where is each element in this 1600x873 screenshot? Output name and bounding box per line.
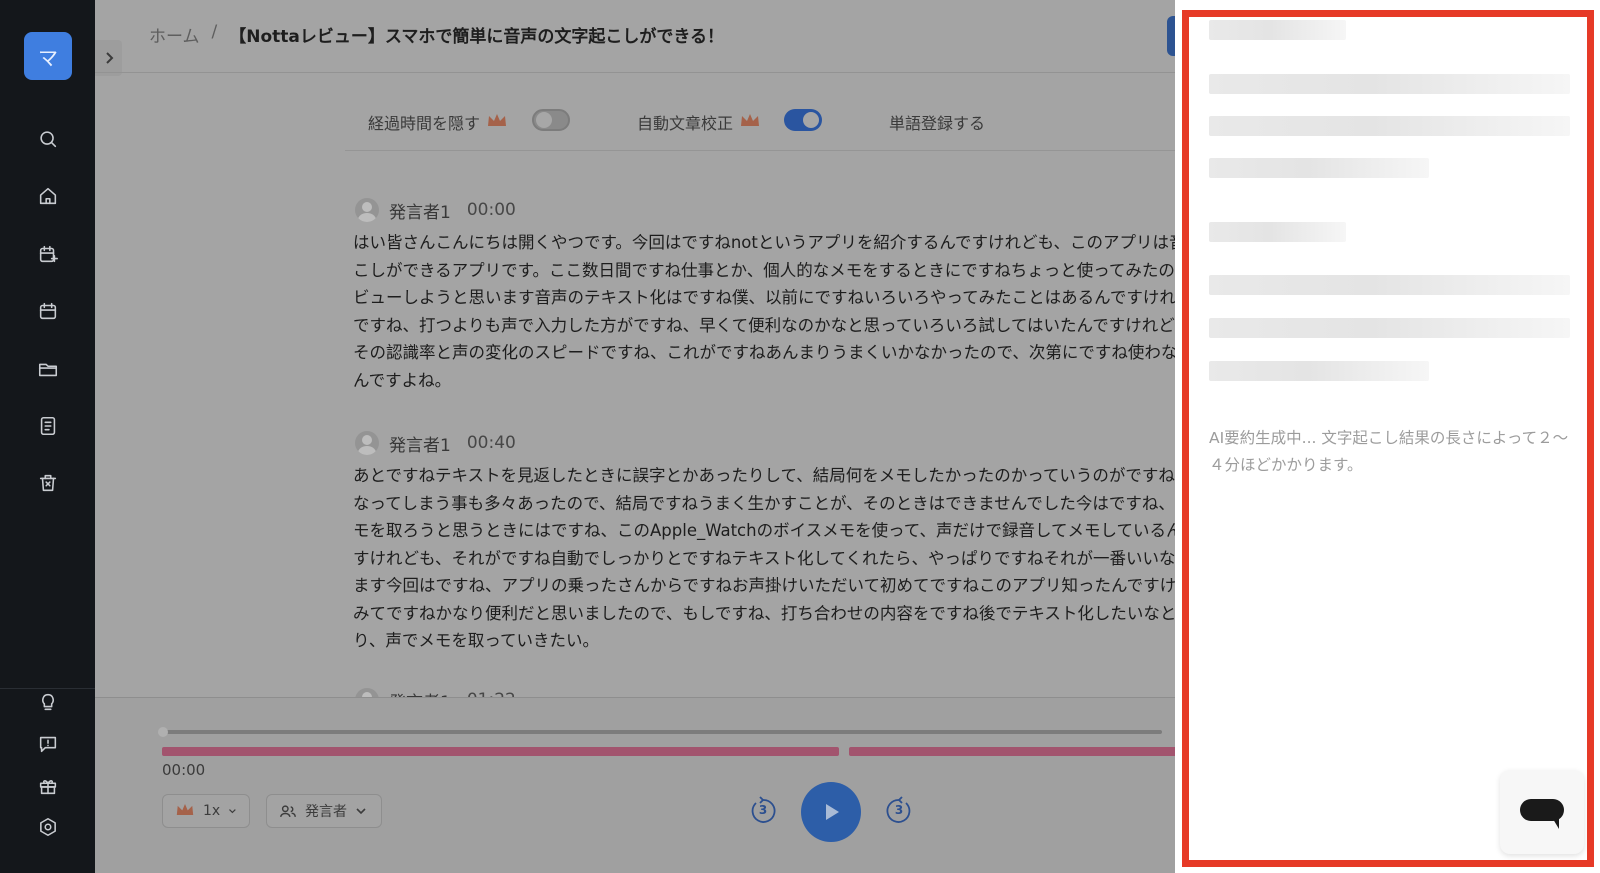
- memo-icon[interactable]: [33, 411, 63, 441]
- lightbulb-icon[interactable]: [33, 687, 63, 717]
- play-icon: [826, 804, 839, 820]
- transcript-line: んですよね。: [353, 370, 452, 390]
- auto-correct-switch[interactable]: [784, 109, 822, 131]
- transcript-line: ます今回はですね、アプリの乗ったさんからですねお声掛けいただいて初めてですねこの…: [353, 576, 1175, 595]
- expand-sidebar-button[interactable]: [95, 40, 122, 76]
- speaker-timeline[interactable]: [162, 747, 839, 756]
- transcript-line: みてですねかなり便利だと思いましたので、もしですね、打ち合わせの内容をですね後で…: [353, 603, 1175, 623]
- trash-icon[interactable]: [33, 468, 63, 498]
- transcript-line: ビューしようと思います音声のテキスト化はですね僕、以前にですねいろいろやってみた…: [353, 288, 1175, 307]
- app-logo[interactable]: マ: [24, 32, 72, 80]
- hide-time-switch[interactable]: [532, 109, 570, 131]
- seek-bar[interactable]: [158, 727, 1162, 737]
- speaker-name[interactable]: 発言者1: [389, 431, 451, 456]
- breadcrumb-home[interactable]: ホーム: [149, 22, 200, 47]
- transcript-line: モを取ろうと思うときにはですね、このApple_Watchのボイスメモを使って、…: [353, 521, 1175, 540]
- header-action-button[interactable]: [1167, 16, 1175, 56]
- transcript-line: ですね、打つよりも声で入力した方がですね、早くて便利なのかなと思っていろいろ試し…: [353, 315, 1175, 335]
- speed-value: 1x: [203, 803, 221, 819]
- transcript-main: ホーム / 【Nottaレビュー】スマホで簡単に音声の文字起こしができる！ 経過…: [95, 0, 1175, 873]
- feedback-icon[interactable]: [33, 729, 63, 759]
- breadcrumb-separator: /: [211, 22, 218, 42]
- page-title: 【Nottaレビュー】スマホで簡単に音声の文字起こしができる！: [229, 27, 725, 47]
- transcript-line: こしができるアプリです。ここ数日間ですね仕事とか、個人的なメモをするときにですね…: [353, 260, 1175, 280]
- rewind-button[interactable]: 3: [748, 796, 778, 826]
- speaker-header: 発言者1 00:00: [355, 196, 516, 224]
- forward-button[interactable]: 3: [884, 796, 914, 826]
- sidebar: マ: [0, 0, 95, 873]
- gift-icon[interactable]: [33, 771, 63, 801]
- speaker-name[interactable]: 発言者1: [389, 198, 451, 223]
- avatar: [355, 431, 379, 455]
- register-words-group: 単語登録する: [889, 108, 985, 136]
- speaker-header: 発言者1 00:40: [355, 429, 516, 457]
- home-icon[interactable]: [33, 181, 63, 211]
- auto-correct-toggle-group: 自動文章校正: [637, 108, 761, 136]
- segment-time[interactable]: 00:00: [467, 200, 516, 220]
- transcript-line: すけれども、それがですね自動でしっかりとですねテキスト化してくれたら、やっぱりで…: [353, 548, 1175, 568]
- chevron-down-icon: [356, 808, 366, 815]
- breadcrumb: ホーム / 【Nottaレビュー】スマホで簡単に音声の文字起こしができる！: [149, 22, 724, 47]
- calendar-icon[interactable]: [33, 296, 63, 326]
- speed-select[interactable]: 1x: [162, 794, 250, 828]
- speaker-filter-label: 発言者: [305, 804, 347, 820]
- register-words-link[interactable]: 単語登録する: [889, 110, 985, 134]
- auto-correct-label: 自動文章校正: [637, 114, 734, 133]
- hide-time-label: 経過時間を隠す: [368, 114, 481, 133]
- transcript-line: あとですねテキストを見返したときに誤字とかあったりして、結局何をメモしたかったの…: [353, 466, 1175, 485]
- crown-icon: [739, 112, 761, 132]
- forward-seconds: 3: [894, 803, 904, 817]
- avatar: [355, 198, 379, 222]
- speaker-timeline[interactable]: [849, 747, 1175, 756]
- header-divider: [95, 72, 1175, 73]
- transcript-line: はい皆さんこんにちは開くやつです。今回はですねnotというアプリを紹介するんです…: [353, 233, 1175, 252]
- crown-icon: [486, 112, 508, 132]
- search-icon[interactable]: [33, 124, 63, 154]
- seek-handle[interactable]: [158, 727, 168, 737]
- transcript-line: その認識率と声の変化のスピードですね、これがですねあんまりうまくいかなかったので…: [353, 343, 1175, 362]
- transcript-line: なってしまう事も多々あったので、結局ですねうまく生かすことが、そのときはできませ…: [353, 493, 1175, 513]
- hide-time-toggle-group: 経過時間を隠す: [368, 108, 508, 136]
- audio-player: 00:00 1x 発言者 3 3: [95, 697, 1175, 873]
- transcript-paragraph[interactable]: はい皆さんこんにちは開くやつです。今回はですねnotというアプリを紹介するんです…: [353, 229, 1175, 394]
- users-icon: [280, 804, 296, 817]
- chevron-right-icon: [105, 52, 113, 64]
- current-time: 00:00: [162, 761, 206, 779]
- folder-icon[interactable]: [33, 354, 63, 384]
- transcript-line: り、声でメモを取っていきたい。: [353, 631, 600, 650]
- speaker-filter-select[interactable]: 発言者: [266, 794, 382, 828]
- chevron-down-icon: [229, 809, 236, 814]
- segment-time[interactable]: 00:40: [467, 433, 516, 453]
- settings-icon[interactable]: [33, 812, 63, 842]
- crown-icon: [175, 802, 195, 821]
- play-button[interactable]: [801, 782, 861, 842]
- logo-glyph: マ: [38, 45, 58, 70]
- toggle-row-divider: [345, 150, 1175, 151]
- rewind-seconds: 3: [758, 803, 768, 817]
- highlight-frame: [1182, 10, 1594, 867]
- calendar-add-icon[interactable]: [33, 239, 63, 269]
- transcript-paragraph[interactable]: あとですねテキストを見返したときに誤字とかあったりして、結局何をメモしたかったの…: [353, 462, 1175, 655]
